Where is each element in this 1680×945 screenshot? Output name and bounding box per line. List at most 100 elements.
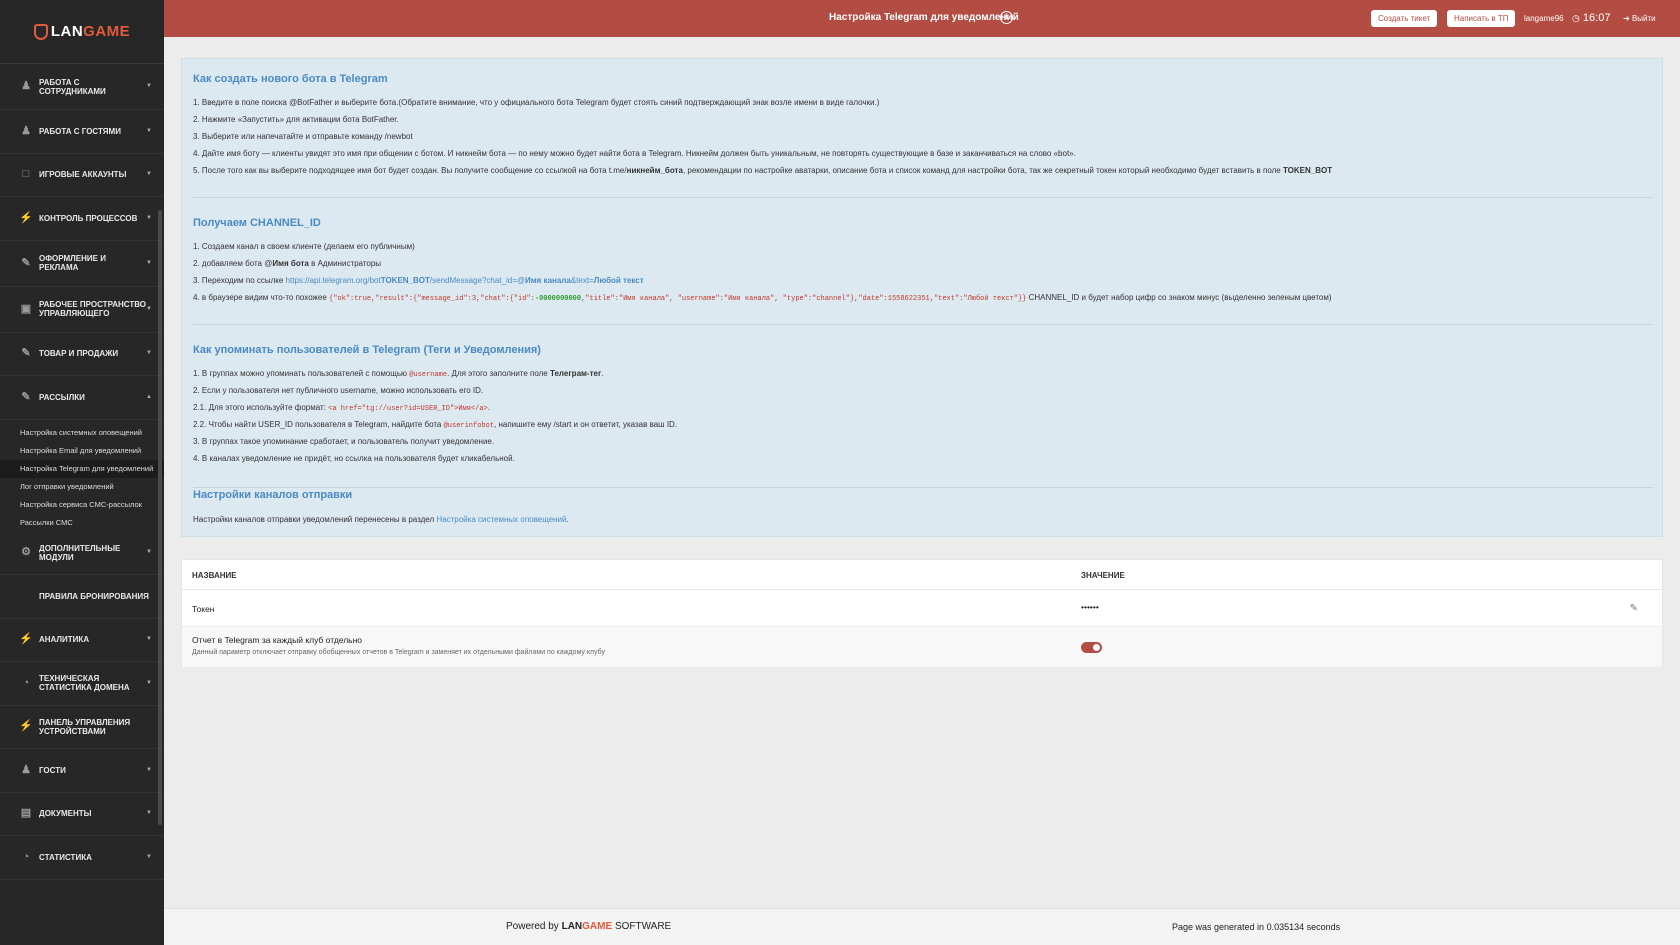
per-club-report-toggle[interactable] [1081,642,1102,653]
sidebar-item-label: Товар и продажи [39,349,119,359]
footer: Powered by LANGAME SOFTWARE Page was gen… [164,908,1680,945]
sidebar: LANGAME ♟ Работа с сотрудниками ▼ ♟ Рабо… [0,0,164,945]
table-row-token: Токен •••••• ✎ [182,590,1662,627]
info-text: , напишите ему /start и он ответит, указ… [494,420,678,429]
link-part: Любой текст [593,276,644,285]
info-line: Настройки каналов отправки уведомлений п… [193,515,569,524]
footer-logo-game: GAME [582,921,613,932]
sidebar-item-booking-rules[interactable]: Правила бронирования [0,575,164,619]
info-bold: TOKEN_BOT [1282,166,1333,175]
section-title-create-bot: Как создать нового бота в Telegram [193,73,388,85]
setting-description: Данный параметр отключает отправку обобщ… [192,649,605,656]
logout-icon: ➜ [1623,14,1630,23]
info-text: 2.1. Для этого используйте формат: [193,403,329,412]
chevron-down-icon: ▼ [146,549,152,556]
sidebar-item-analytics[interactable]: ⚡ Аналитика ▼ [0,619,164,662]
sidebar-item-mailings[interactable]: ✎ Рассылки ▲ [0,376,164,420]
chevron-down-icon: ▼ [146,214,152,221]
code-snippet: {"ok":true,"result":{"message_id":3,"cha… [329,295,1026,303]
info-line: 1. В группах можно упоминать пользовател… [193,369,604,379]
sidebar-item-manager-workspace[interactable]: ▣ Рабочее пространство управляющего ▼ [0,287,164,333]
sidebar-item-label: Документы [39,809,92,819]
info-icon[interactable]: i [1000,11,1013,24]
column-header-value: ЗНАЧЕНИЕ [1081,571,1125,580]
sidebar-item-label: Рассылки [39,392,85,402]
section-title-channel-id: Получаем CHANNEL_ID [193,217,321,229]
sidebar-item-extra-modules[interactable]: ⚙ Дополнительные модули ▼ [0,532,164,575]
clock-icon: ◷ [1572,13,1580,23]
sidebar-item-domain-stats[interactable]: ◔ Техническая статистика домена ▼ [0,662,164,706]
info-text: . [601,369,604,378]
column-header-name: НАЗВАНИЕ [192,571,237,580]
sidebar-item-label: Аналитика [39,635,90,645]
sidebar-subitem-email[interactable]: Настройка Email для уведомлений [0,442,164,460]
settings-table: НАЗВАНИЕ ЗНАЧЕНИЕ Токен •••••• ✎ Отчет в… [181,559,1663,667]
info-bold: Телеграм-тег [549,369,602,378]
sidebar-item-device-panel[interactable]: ⚡ Панель управления устройствами [0,706,164,749]
api-link[interactable]: https://api.telegram.org/botTOKEN_BOT/se… [286,276,644,285]
create-ticket-button[interactable]: Создать тикет [1371,10,1438,27]
current-time: 16:07 [1582,12,1611,24]
sidebar-scrollbar[interactable] [158,210,162,825]
sidebar-subitem-sms-service[interactable]: Настройка сервиса СМС-рассылок [0,496,164,514]
edit-icon: ✎ [21,256,31,269]
info-line: 3. В группах такое упоминание сработает,… [193,437,495,446]
edit-pencil-icon[interactable]: ✎ [1630,603,1638,614]
info-line: 4. Дайте имя боту — клиенты увидят это и… [193,149,1076,158]
chevron-down-icon: ▼ [146,350,152,357]
info-line: 2. Нажмите «Запустить» для активации бот… [193,115,399,124]
sidebar-subitem-telegram[interactable]: Настройка Telegram для уведомлений [0,459,164,478]
sidebar-item-label: Рабочее пространство управляющего [39,300,147,318]
chevron-down-icon: ▼ [146,679,152,686]
info-text: 4. в браузере видим что-то похожее [193,293,330,302]
info-line: 1. Введите в поле поиска @BotFather и вы… [193,98,880,107]
divider [193,487,1653,488]
info-text: 2.2. Чтобы найти USER_ID пользователя в … [193,420,444,429]
chevron-down-icon: ▼ [146,171,152,178]
sidebar-item-documents[interactable]: ▤ Документы ▼ [0,793,164,836]
sidebar-item-label: Правила бронирования [39,591,149,601]
sidebar-item-label: Контроль процессов [39,213,138,223]
info-line: 4. в браузере видим что-то похожее {"ok"… [193,293,1332,303]
info-text: Настройки каналов отправки уведомлений п… [193,515,437,524]
sidebar-item-label: Панель управления устройствами [39,717,131,736]
powered-by: Powered by LANGAME SOFTWARE [506,921,671,932]
sidebar-item-guests[interactable]: ♟ Гости ▼ [0,749,164,793]
link-part: Имя канала [525,276,571,285]
software-text: SOFTWARE [614,921,672,932]
gear-icon: ⚙ [21,546,31,559]
sidebar-subitem-system-alerts[interactable]: Настройка системных оповещений [0,424,164,442]
write-support-button[interactable]: Написать в ТП [1447,10,1516,27]
link-part: &text= [570,276,594,285]
sidebar-item-guests-work[interactable]: ♟ Работа с гостями ▼ [0,110,164,154]
sidebar-item-label: Оформление и реклама [39,254,106,272]
sidebar-item-label: Работа с сотрудниками [39,77,106,96]
chevron-down-icon: ▼ [146,259,152,266]
sidebar-item-statistics[interactable]: ◔ Статистика ▼ [0,836,164,880]
sidebar-subitem-log[interactable]: Лог отправки уведомлений [0,478,164,496]
users-icon: ♟ [21,80,31,92]
divider [193,197,1653,198]
system-alerts-link[interactable]: Настройка системных оповещений [436,515,566,524]
generation-time: Page was generated in 0.035134 seconds [1172,922,1341,932]
sidebar-item-label: Дополнительные модули [39,543,121,562]
sidebar-item-goods-sales[interactable]: ✎ Товар и продажи ▼ [0,333,164,376]
chevron-down-icon: ▼ [146,766,152,773]
logout-button[interactable]: ➜ Выйти [1623,14,1656,23]
code-part: @userinfobot [443,422,495,430]
info-line: 3. Переходим по ссылке https://api.teleg… [193,276,644,285]
sidebar-item-process-control[interactable]: ⚡ Контроль процессов ▼ [0,197,164,241]
table-row-per-club-report: Отчет в Telegram за каждый клуб отдельно… [182,627,1662,667]
username[interactable]: langame96 [1524,14,1564,23]
top-bar: Настройка Telegram для уведомлений i Соз… [164,0,1680,37]
logout-label: Выйти [1631,14,1656,23]
sidebar-item-staff[interactable]: ♟ Работа с сотрудниками ▼ [0,64,164,110]
sidebar-subitem-sms[interactable]: Рассылки СМС [0,514,164,532]
sidebar-item-design-ads[interactable]: ✎ Оформление и реклама ▼ [0,241,164,287]
logo[interactable]: LANGAME [0,0,164,64]
sidebar-item-game-accounts[interactable]: □ Игровые аккаунты ▼ [0,154,164,197]
setting-name: Токен [192,604,215,614]
table-header: НАЗВАНИЕ ЗНАЧЕНИЕ [182,560,1662,590]
users-icon: ♟ [21,124,31,137]
setting-name: Отчет в Telegram за каждый клуб отдельно [192,635,363,645]
